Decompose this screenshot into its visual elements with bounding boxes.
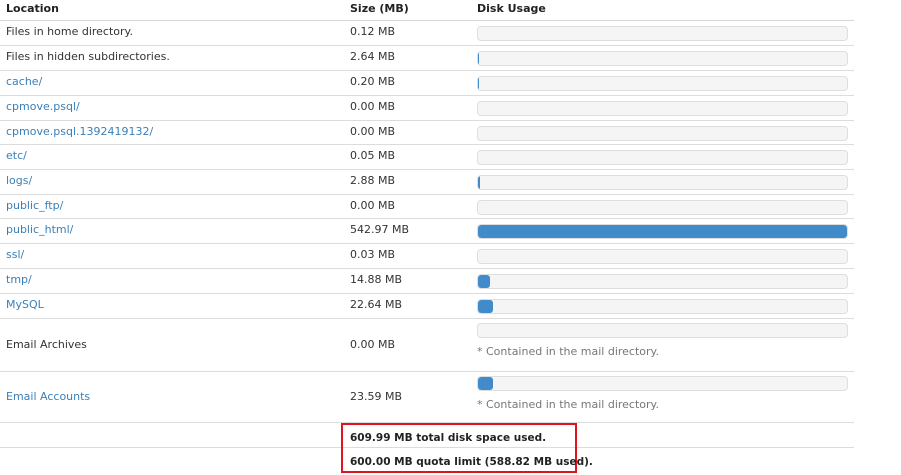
size-value: 0.12 MB <box>350 25 396 38</box>
size-value: 0.03 MB <box>350 248 396 261</box>
size-value: 0.00 MB <box>350 125 396 138</box>
location-link[interactable]: cache/ <box>6 75 42 88</box>
location-link[interactable]: ssl/ <box>6 248 24 261</box>
location-label: Email Archives <box>6 338 87 351</box>
table-row: ssl/0.03 MB <box>0 244 854 269</box>
disk-totals-highlight: 609.99 MB total disk space used. 600.00 … <box>341 423 593 473</box>
disk-usage-bar <box>477 26 848 41</box>
table-row: tmp/14.88 MB <box>0 269 854 294</box>
location-link[interactable]: logs/ <box>6 174 32 187</box>
disk-usage-bar <box>477 175 848 190</box>
size-value: 0.00 MB <box>350 199 396 212</box>
disk-usage-bar <box>477 51 848 66</box>
size-value: 14.88 MB <box>350 273 403 286</box>
location-link[interactable]: tmp/ <box>6 273 32 286</box>
contained-in-mail-note: * Contained in the mail directory. <box>477 345 659 358</box>
table-row: public_html/542.97 MB <box>0 219 854 244</box>
table-row: cpmove.psql/0.00 MB <box>0 96 854 121</box>
table-row: logs/2.88 MB <box>0 170 854 195</box>
size-value: 2.64 MB <box>350 50 396 63</box>
location-link[interactable]: etc/ <box>6 149 27 162</box>
table-row: public_ftp/0.00 MB <box>0 195 854 219</box>
location-link[interactable]: public_html/ <box>6 223 73 236</box>
location-link[interactable]: MySQL <box>6 298 44 311</box>
disk-usage-bar <box>477 249 848 264</box>
size-value: 542.97 MB <box>350 223 410 236</box>
disk-usage-bar-fill <box>478 52 480 65</box>
size-value: 0.05 MB <box>350 149 396 162</box>
location-link[interactable]: Email Accounts <box>6 390 90 403</box>
disk-usage-bar <box>477 76 848 91</box>
table-row: Email Archives 0.00 MB * Contained in the … <box>0 319 854 372</box>
header-disk-usage: Disk Usage <box>477 2 546 15</box>
disk-usage-bar <box>477 323 848 338</box>
location-link[interactable]: cpmove.psql/ <box>6 100 80 113</box>
disk-usage-bar-fill <box>478 275 490 288</box>
size-value: 22.64 MB <box>350 298 403 311</box>
table-row: cache/0.20 MB <box>0 71 854 96</box>
disk-usage-bar <box>477 376 848 391</box>
table-row: cpmove.psql.1392419132/0.00 MB <box>0 121 854 145</box>
table-header: Location Size (MB) Disk Usage <box>0 0 854 21</box>
disk-usage-bar-fill <box>478 377 494 390</box>
table-row: Files in hidden subdirectories. 2.64 MB <box>0 46 854 71</box>
location-label: Files in hidden subdirectories. <box>6 50 170 63</box>
table-row: Files in home directory. 0.12 MB <box>0 21 854 46</box>
size-value: 23.59 MB <box>350 390 403 403</box>
disk-usage-bar-fill <box>478 225 847 238</box>
contained-in-mail-note: * Contained in the mail directory. <box>477 398 659 411</box>
disk-usage-bar-fill <box>478 300 493 313</box>
total-disk-used: 609.99 MB total disk space used. <box>350 432 547 444</box>
size-value: 0.20 MB <box>350 75 396 88</box>
disk-usage-bar-fill <box>478 176 480 189</box>
quota-limit: 600.00 MB quota limit (588.82 MB used). <box>350 456 593 468</box>
disk-usage-bar <box>477 299 848 314</box>
disk-usage-bar <box>477 101 848 116</box>
location-label: Files in home directory. <box>6 25 133 38</box>
table-row: Email Accounts 23.59 MB * Contained in the… <box>0 372 854 423</box>
disk-usage-bar <box>477 150 848 165</box>
disk-usage-bar <box>477 126 848 141</box>
table-row: etc/0.05 MB <box>0 145 854 170</box>
disk-usage-bar <box>477 274 848 289</box>
size-value: 2.88 MB <box>350 174 396 187</box>
disk-usage-bar <box>477 200 848 215</box>
size-value: 0.00 MB <box>350 100 396 113</box>
location-link[interactable]: cpmove.psql.1392419132/ <box>6 125 153 138</box>
header-size: Size (MB) <box>350 2 409 15</box>
header-location: Location <box>6 2 59 15</box>
size-value: 0.00 MB <box>350 338 396 351</box>
location-link[interactable]: public_ftp/ <box>6 199 63 212</box>
table-row: MySQL 22.64 MB <box>0 294 854 319</box>
disk-usage-bar <box>477 224 848 239</box>
